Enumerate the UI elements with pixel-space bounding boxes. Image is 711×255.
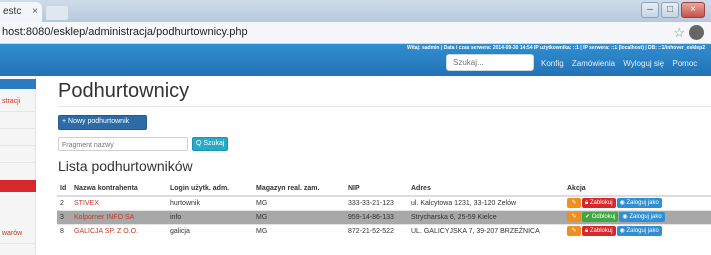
cell-nip: 333-33-21-123 bbox=[345, 195, 408, 210]
extension-icon[interactable] bbox=[689, 25, 704, 40]
col-id: Id bbox=[57, 182, 71, 197]
window-controls: – □ × bbox=[641, 2, 705, 18]
table-row: 8 GALICJA SP. Z O.O. galicja MG 872-21-5… bbox=[57, 223, 711, 238]
cell-login: hurtownik bbox=[167, 195, 253, 210]
edit-button[interactable]: ✎ bbox=[567, 226, 581, 237]
edit-button[interactable]: ✎ bbox=[567, 212, 581, 222]
login-as-label: Zaloguj jako bbox=[626, 200, 659, 207]
cell-magazyn: MG bbox=[253, 223, 345, 238]
cell-name-link[interactable]: GALICJA SP. Z O.O. bbox=[71, 223, 167, 238]
sidebar-item-towarow[interactable]: warów bbox=[0, 230, 36, 244]
cell-magazyn: MG bbox=[253, 209, 345, 224]
nav-link-pomoc[interactable]: Pomoc bbox=[672, 59, 697, 68]
sidebar-item-administracji[interactable]: stracji bbox=[0, 98, 36, 112]
eye-icon: ◉ bbox=[622, 214, 628, 220]
login-as-label: Zaloguj jako bbox=[626, 228, 659, 235]
sidebar-item-highlighted[interactable] bbox=[0, 180, 36, 192]
cell-adres: Strycharska 6, 25-59 Kielce bbox=[408, 209, 564, 224]
table-row: 3 Kolporner INFO SA info MG 959-14-86-13… bbox=[57, 209, 711, 224]
url-text[interactable]: host:8080/esklep/administracja/podhurtow… bbox=[2, 26, 248, 38]
cell-adres: ul. Kalcytowa 1231, 33-120 Zelów bbox=[408, 195, 564, 210]
nav-link-zamowienia[interactable]: Zamówienia bbox=[572, 59, 615, 68]
check-icon: ✔ bbox=[585, 214, 591, 220]
sidebar-item-blank-3[interactable] bbox=[0, 147, 36, 163]
new-tab-button[interactable] bbox=[46, 6, 68, 20]
tab-close-icon[interactable]: × bbox=[32, 6, 38, 17]
session-info: Witaj: sadmin | Data i czas serwera: 201… bbox=[407, 45, 705, 51]
title-divider bbox=[58, 106, 711, 107]
browser-tab[interactable]: estc × bbox=[0, 2, 42, 22]
page-title: Podhurtownicy bbox=[58, 80, 190, 102]
sidebar: stracji warów bbox=[0, 76, 36, 255]
cell-actions: ✎ 🔒︎ Zablokuj ◉ Zaloguj jako bbox=[564, 223, 711, 238]
lock-icon: 🔒︎ bbox=[585, 200, 589, 207]
search-button[interactable]: Q Szukaj bbox=[192, 137, 228, 151]
cell-adres: UL. GALICYJSKA 7, 39-207 BRZEŹNICA bbox=[408, 223, 564, 238]
col-magazyn: Magazyn real. zam. bbox=[253, 182, 345, 197]
minimize-icon[interactable]: – bbox=[641, 2, 659, 18]
login-as-button[interactable]: ◉ Zaloguj jako bbox=[619, 212, 665, 222]
nav-links: Konfig Zamówienia Wyloguj się Pomoc bbox=[541, 59, 703, 68]
cell-name-link[interactable]: STIVEX bbox=[71, 195, 167, 210]
col-nip: NIP bbox=[345, 182, 408, 197]
col-login: Login użytk. adm. bbox=[167, 182, 253, 197]
edit-button[interactable]: ✎ bbox=[567, 198, 581, 209]
search-input[interactable] bbox=[446, 54, 534, 71]
block-button[interactable]: 🔒︎ Zablokuj bbox=[582, 226, 616, 237]
nav-link-wyloguj[interactable]: Wyloguj się bbox=[623, 59, 664, 68]
block-label: Zablokuj bbox=[589, 200, 613, 207]
block-button[interactable]: 🔒︎ Zablokuj bbox=[582, 198, 616, 209]
new-podhurtownik-button[interactable]: + Nowy podhurtownik bbox=[58, 115, 147, 130]
eye-icon: ◉ bbox=[619, 228, 625, 235]
tab-title: estc bbox=[3, 6, 22, 17]
cell-id: 2 bbox=[57, 195, 71, 210]
sidebar-active-item[interactable] bbox=[0, 79, 36, 89]
lock-icon: 🔒︎ bbox=[585, 228, 589, 235]
browser-titlebar: estc × – □ × bbox=[0, 0, 711, 22]
login-as-button[interactable]: ◉ Zaloguj jako bbox=[616, 226, 662, 237]
table-header-row: Id Nazwa kontrahenta Login użytk. adm. M… bbox=[57, 182, 711, 197]
bookmark-star-icon[interactable]: ☆ bbox=[673, 25, 685, 41]
block-label: Zablokuj bbox=[589, 228, 613, 235]
cell-actions: ✎ ✔ Odblokuj ◉ Zaloguj jako bbox=[564, 209, 711, 224]
cell-name-link[interactable]: Kolporner INFO SA bbox=[71, 209, 167, 224]
filter-name-input[interactable] bbox=[58, 137, 188, 151]
close-window-icon[interactable]: × bbox=[681, 2, 705, 18]
url-path: /esklep/administracja/podhurtownicy.php bbox=[50, 26, 248, 38]
col-adres: Adres bbox=[408, 182, 564, 197]
top-navbar: Witaj: sadmin | Data i czas serwera: 201… bbox=[0, 44, 711, 76]
cell-magazyn: MG bbox=[253, 195, 345, 210]
login-as-button[interactable]: ◉ Zaloguj jako bbox=[616, 198, 662, 209]
cell-id: 8 bbox=[57, 223, 71, 238]
unblock-label: Odblokuj bbox=[591, 214, 616, 220]
list-title: Lista podhurtowników bbox=[58, 158, 193, 174]
cell-login: info bbox=[167, 209, 253, 224]
sidebar-item-blank-1[interactable] bbox=[0, 113, 36, 129]
cell-nip: 959-14-86-133 bbox=[345, 209, 408, 224]
unblock-button[interactable]: ✔ Odblokuj bbox=[582, 212, 619, 222]
sidebar-item-blank-2[interactable] bbox=[0, 130, 36, 146]
podhurtownicy-table: Id Nazwa kontrahenta Login użytk. adm. M… bbox=[57, 182, 711, 238]
maximize-icon[interactable]: □ bbox=[661, 2, 679, 18]
nav-link-konfig[interactable]: Konfig bbox=[541, 59, 564, 68]
cell-nip: 872-21-52-522 bbox=[345, 223, 408, 238]
cell-id: 3 bbox=[57, 209, 71, 224]
col-akcja: Akcja bbox=[564, 182, 711, 197]
url-host: host:8080 bbox=[2, 26, 51, 38]
eye-icon: ◉ bbox=[619, 200, 625, 207]
address-bar[interactable]: host:8080/esklep/administracja/podhurtow… bbox=[0, 22, 711, 44]
table-row: 2 STIVEX hurtownik MG 333-33-21-123 ul. … bbox=[57, 195, 711, 210]
cell-actions: ✎ 🔒︎ Zablokuj ◉ Zaloguj jako bbox=[564, 195, 711, 210]
col-name: Nazwa kontrahenta bbox=[71, 182, 167, 197]
cell-login: galicja bbox=[167, 223, 253, 238]
login-as-label: Zaloguj jako bbox=[629, 214, 662, 220]
